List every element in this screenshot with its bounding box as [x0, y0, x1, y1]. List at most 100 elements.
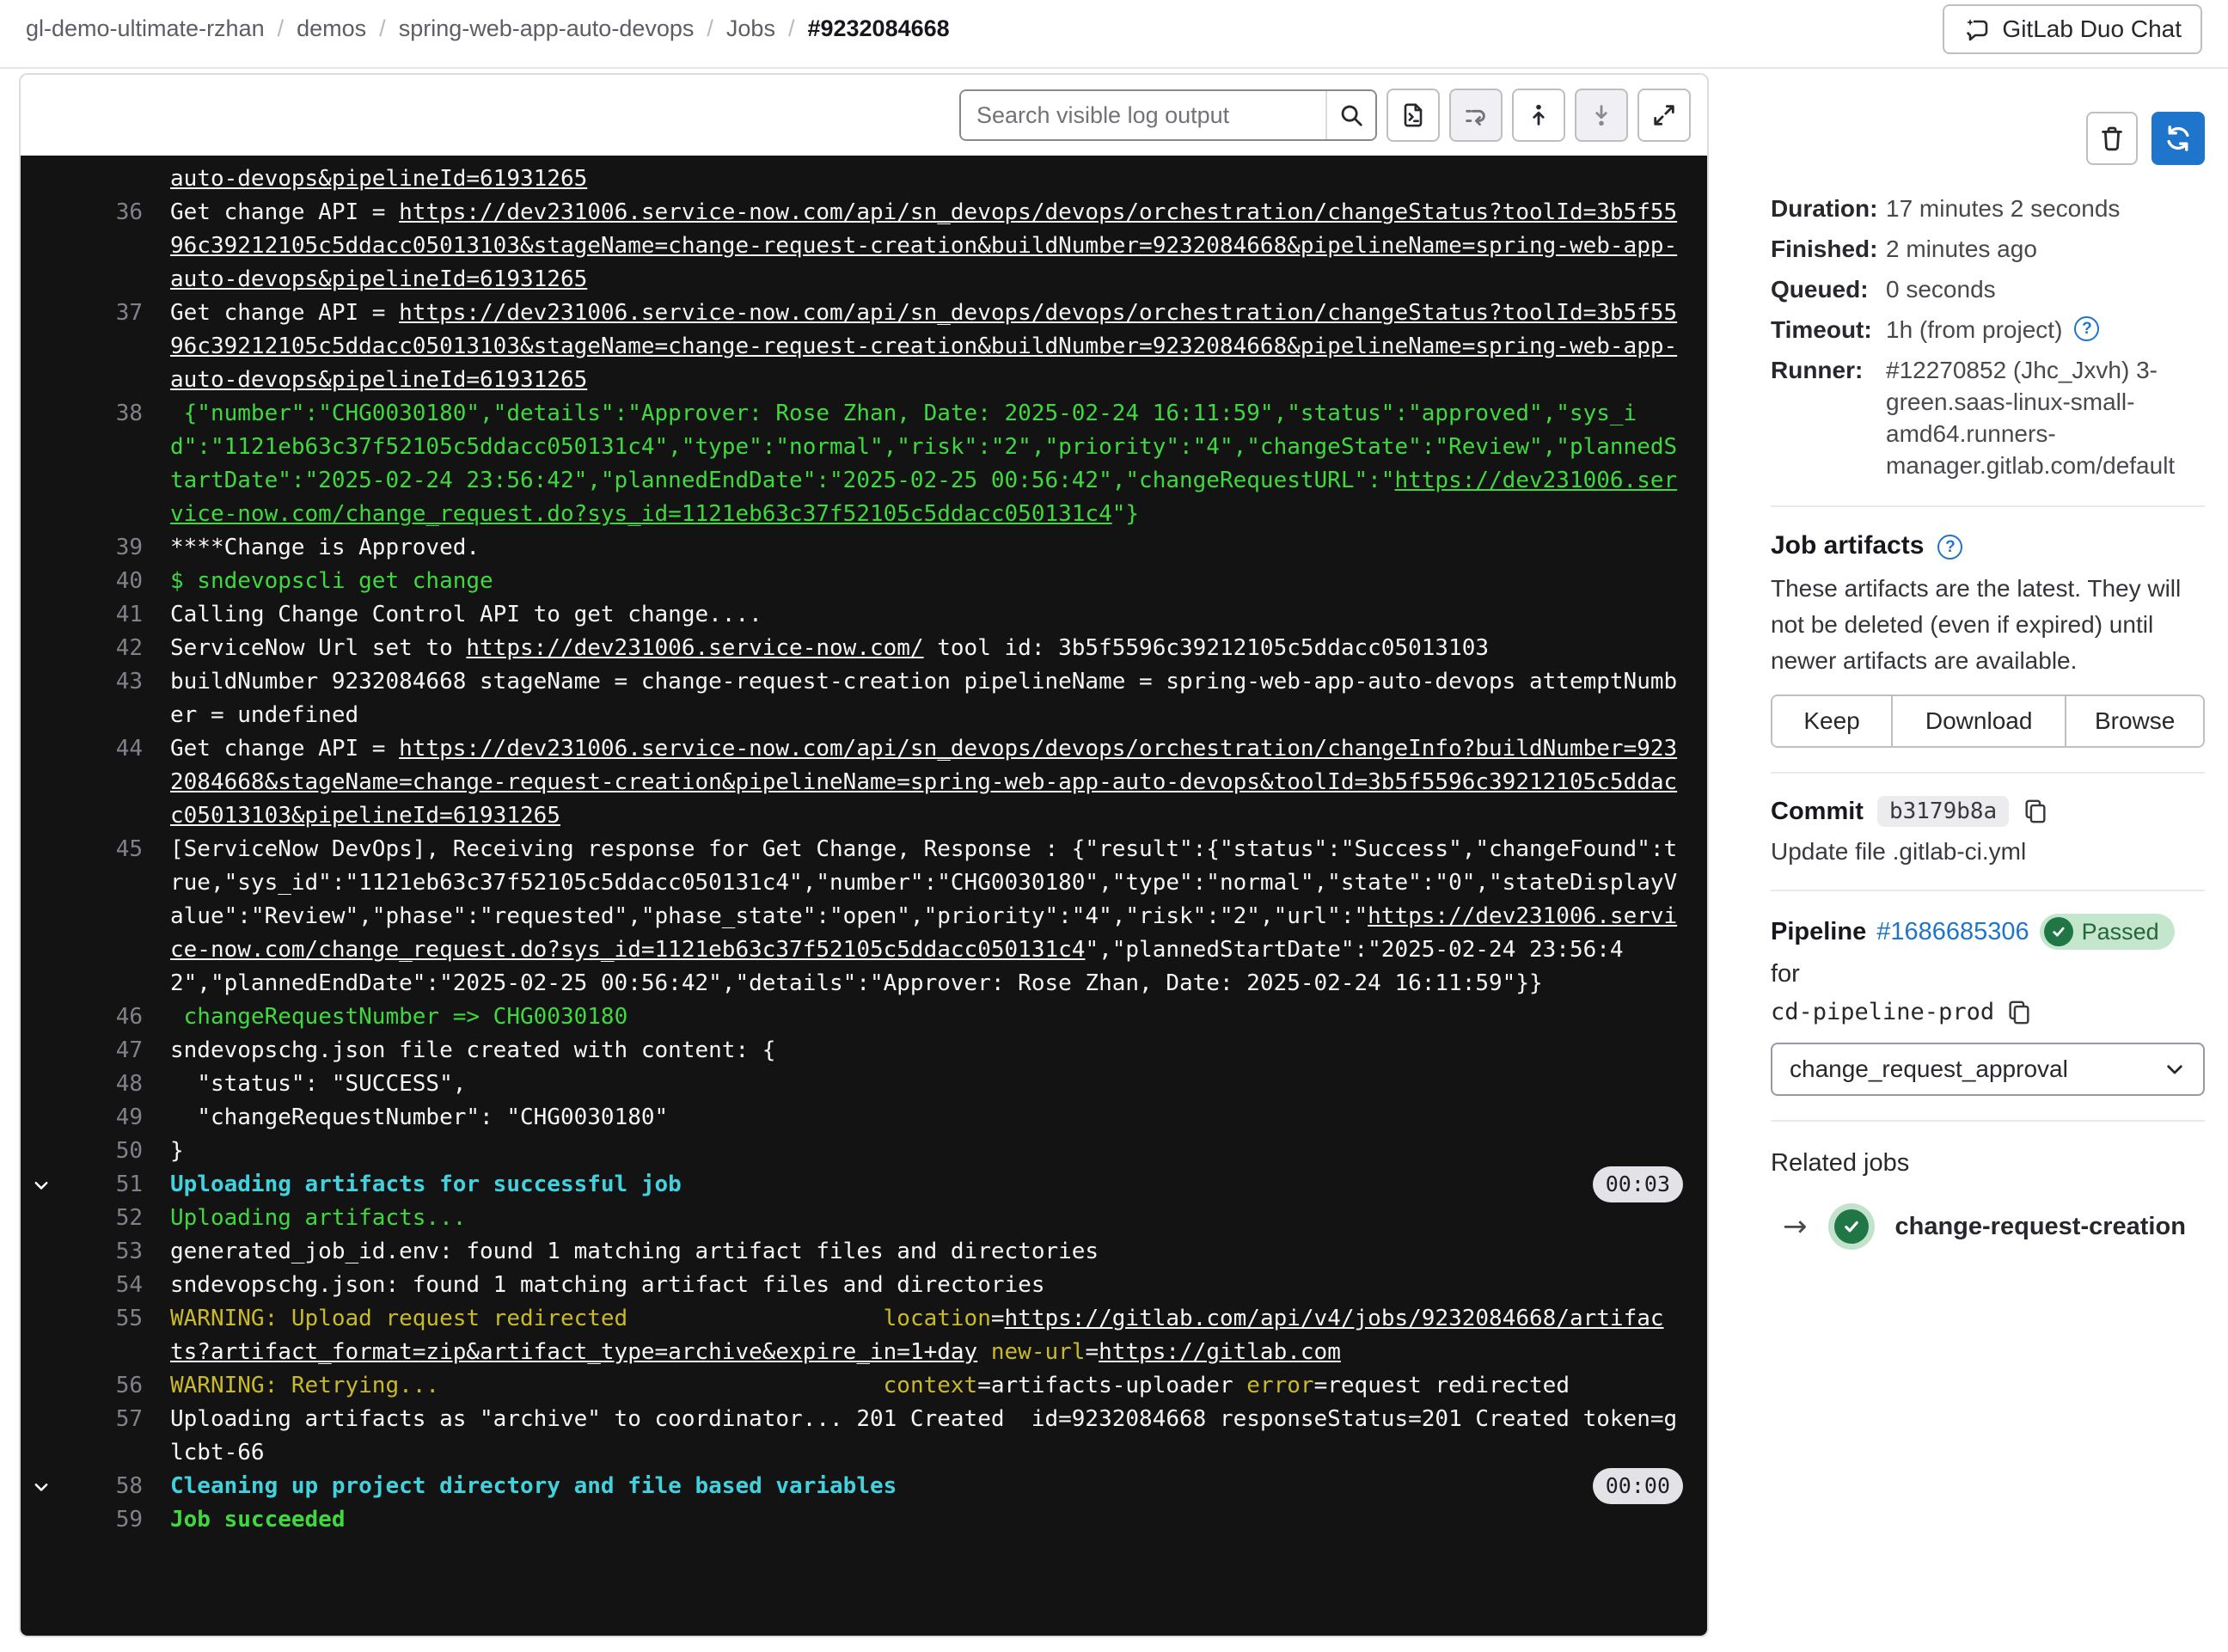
line-number[interactable]: 53 [60, 1235, 143, 1269]
log-section-header[interactable]: 51 Uploading artifacts for successful job… [21, 1166, 1707, 1202]
gutter [21, 833, 60, 866]
breadcrumb-link[interactable]: gl-demo-ultimate-rzhan [26, 15, 265, 42]
gutter [21, 1068, 60, 1101]
log-line: 41 Calling Change Control API to get chan… [21, 598, 1707, 632]
log-text: buildNumber 9232084668 stageName = chang… [170, 669, 1678, 728]
help-icon[interactable]: ? [2074, 316, 2100, 341]
breadcrumb-link[interactable]: spring-web-app-auto-devops [399, 15, 695, 42]
line-number[interactable]: 47 [60, 1034, 143, 1068]
related-job-item[interactable]: → change-request-creation [1771, 1203, 2205, 1250]
job-artifacts-title: Job artifacts [1771, 531, 1925, 560]
log-line: auto-devops&pipelineId=61931265 [21, 162, 1707, 196]
pipeline-link[interactable]: #1686685306 [1876, 918, 2029, 946]
log-toolbar [21, 75, 1707, 156]
log-line-content: $ sndevopscli get change [170, 565, 1677, 598]
divider [1771, 505, 2205, 507]
line-number[interactable]: 43 [60, 665, 143, 699]
breadcrumb-current: #9232084668 [807, 15, 950, 41]
line-number[interactable]: 37 [60, 297, 143, 330]
breadcrumb-link[interactable]: demos [297, 15, 366, 42]
line-number[interactable]: 55 [60, 1302, 143, 1336]
line-number[interactable]: 48 [60, 1068, 143, 1101]
job-details: Duration: 17 minutes 2 seconds Finished: 2 … [1771, 193, 2205, 481]
line-number[interactable]: 42 [60, 632, 143, 665]
log-text: "status": "SUCCESS", [170, 1071, 467, 1097]
log-line: 48 "status": "SUCCESS", [21, 1068, 1707, 1101]
line-number[interactable]: 57 [60, 1403, 143, 1436]
log-section-header[interactable]: 58 Cleaning up project directory and file… [21, 1468, 1707, 1504]
search-button[interactable] [1325, 91, 1375, 139]
page-header: gl-demo-ultimate-rzhan / demos / spring-web-… [0, 0, 2228, 69]
line-number[interactable]: 39 [60, 531, 143, 565]
log-line: 46 changeRequestNumber => CHG0030180 [21, 1000, 1707, 1034]
log-line: 53 generated_job_id.env: found 1 matching… [21, 1235, 1707, 1269]
line-number[interactable]: 59 [60, 1503, 143, 1537]
line-number[interactable]: 49 [60, 1101, 143, 1135]
copy-commit-button[interactable] [2023, 798, 2048, 824]
retry-job-button[interactable] [2151, 112, 2205, 165]
related-jobs-section: Related jobs → change-request-creation [1771, 1149, 2205, 1250]
log-line-content: buildNumber 9232084668 stageName = chang… [170, 665, 1677, 732]
scroll-top-icon [1526, 102, 1552, 128]
fullscreen-button[interactable] [1637, 89, 1691, 142]
log-line: 55 WARNING: Upload request redirected loc… [21, 1302, 1707, 1369]
job-actions [1771, 112, 2205, 165]
section-duration-badge: 00:00 [1592, 1468, 1683, 1504]
wrap-lines-button[interactable] [1449, 89, 1503, 142]
gutter [21, 1101, 60, 1135]
job-log[interactable]: auto-devops&pipelineId=61931265 36 Get cha… [21, 156, 1707, 1636]
commit-sha[interactable]: b3179b8a [1876, 796, 2010, 827]
related-job-name: change-request-creation [1894, 1212, 2186, 1240]
log-line-content: {"number":"CHG0030180","details":"Approv… [170, 397, 1677, 531]
line-number[interactable]: 52 [60, 1202, 143, 1235]
line-number[interactable]: 50 [60, 1135, 143, 1168]
line-number[interactable]: 45 [60, 833, 143, 866]
section-duration-badge: 00:03 [1592, 1166, 1683, 1202]
keep-artifacts-button[interactable]: Keep [1772, 696, 1894, 746]
breadcrumb-link[interactable]: Jobs [726, 15, 775, 42]
log-link[interactable]: https://dev231006.service-now.com/ [466, 635, 923, 661]
log-line: 54 sndevopschg.json: found 1 matching art… [21, 1269, 1707, 1302]
pipeline-status-badge[interactable]: Passed [2039, 914, 2175, 950]
gutter [21, 1302, 60, 1336]
browse-artifacts-button[interactable]: Browse [2066, 696, 2203, 746]
chevron-down-icon[interactable] [21, 1168, 60, 1202]
pipeline-ref[interactable]: cd-pipeline-prod [1771, 999, 1994, 1025]
line-number[interactable]: 46 [60, 1000, 143, 1034]
log-text: Job succeeded [170, 1507, 346, 1533]
log-line-content: changeRequestNumber => CHG0030180 [170, 1000, 1677, 1034]
raw-log-button[interactable] [1386, 89, 1440, 142]
help-icon[interactable]: ? [1937, 535, 1963, 560]
line-number[interactable]: 41 [60, 598, 143, 632]
gutter [21, 565, 60, 598]
line-number[interactable]: 56 [60, 1369, 143, 1403]
scroll-top-button[interactable] [1512, 89, 1565, 142]
scroll-bottom-button[interactable] [1575, 89, 1628, 142]
log-text: "changeRequestNumber": "CHG0030180" [170, 1104, 669, 1130]
line-number[interactable]: 51 [60, 1168, 143, 1202]
line-number[interactable]: 40 [60, 565, 143, 598]
divider [1771, 772, 2205, 774]
erase-log-button[interactable] [2086, 112, 2138, 165]
stage-dropdown[interactable]: change_request_approval [1771, 1043, 2205, 1096]
log-line-content: Calling Change Control API to get change… [170, 598, 1677, 632]
line-number[interactable]: 54 [60, 1269, 143, 1302]
search-icon [1338, 102, 1364, 128]
duo-chat-button[interactable]: GitLab Duo Chat [1943, 4, 2202, 54]
log-link[interactable]: https://gitlab.com [1099, 1339, 1341, 1365]
detail-label: Timeout: [1771, 316, 1872, 343]
line-number[interactable]: 58 [60, 1470, 143, 1503]
log-line-content: Get change API = https://dev231006.servi… [170, 732, 1677, 833]
line-number[interactable]: 44 [60, 732, 143, 766]
breadcrumb-separator: / [277, 15, 285, 41]
log-text: =artifacts-uploader [977, 1373, 1247, 1398]
log-link[interactable]: auto-devops&pipelineId=61931265 [170, 166, 587, 192]
line-number[interactable]: 38 [60, 397, 143, 431]
search-input[interactable] [961, 91, 1325, 139]
log-line-content: } [170, 1135, 1677, 1168]
download-artifacts-button[interactable]: Download [1893, 696, 2067, 746]
chevron-down-icon[interactable] [21, 1470, 60, 1503]
log-text: changeRequestNumber => CHG0030180 [170, 1004, 628, 1030]
line-number[interactable]: 36 [60, 196, 143, 229]
copy-ref-button[interactable] [2006, 1000, 2032, 1025]
